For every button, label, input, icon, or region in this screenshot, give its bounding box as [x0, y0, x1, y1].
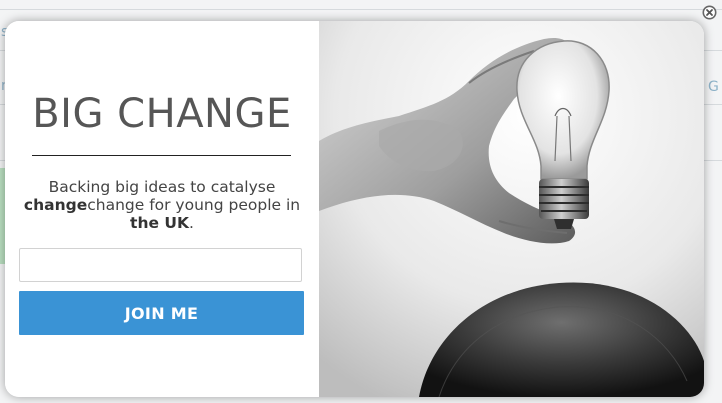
tagline-bold-uk: the UK [130, 214, 189, 232]
tagline-intro: Backing big ideas to catalyse [48, 178, 276, 196]
tagline-end: . [189, 214, 194, 232]
title-divider [32, 155, 291, 156]
popup-title: BIG CHANGE [32, 91, 292, 137]
email-input[interactable] [19, 248, 302, 282]
tagline-bold-change: change [23, 196, 88, 214]
popup-content: BIG CHANGE Backing big ideas to catalyse… [5, 21, 319, 397]
popup-image [319, 21, 704, 397]
light-bulb-photo [319, 21, 704, 397]
close-button[interactable] [701, 4, 718, 21]
tagline-middle: change for young people in [87, 196, 301, 214]
join-me-button[interactable]: JOIN ME [19, 291, 304, 335]
background-divider [0, 9, 722, 10]
close-circle-icon [702, 5, 717, 20]
signup-popup: BIG CHANGE Backing big ideas to catalyse… [5, 21, 704, 397]
popup-tagline: Backing big ideas to catalyse changechan… [15, 178, 309, 232]
